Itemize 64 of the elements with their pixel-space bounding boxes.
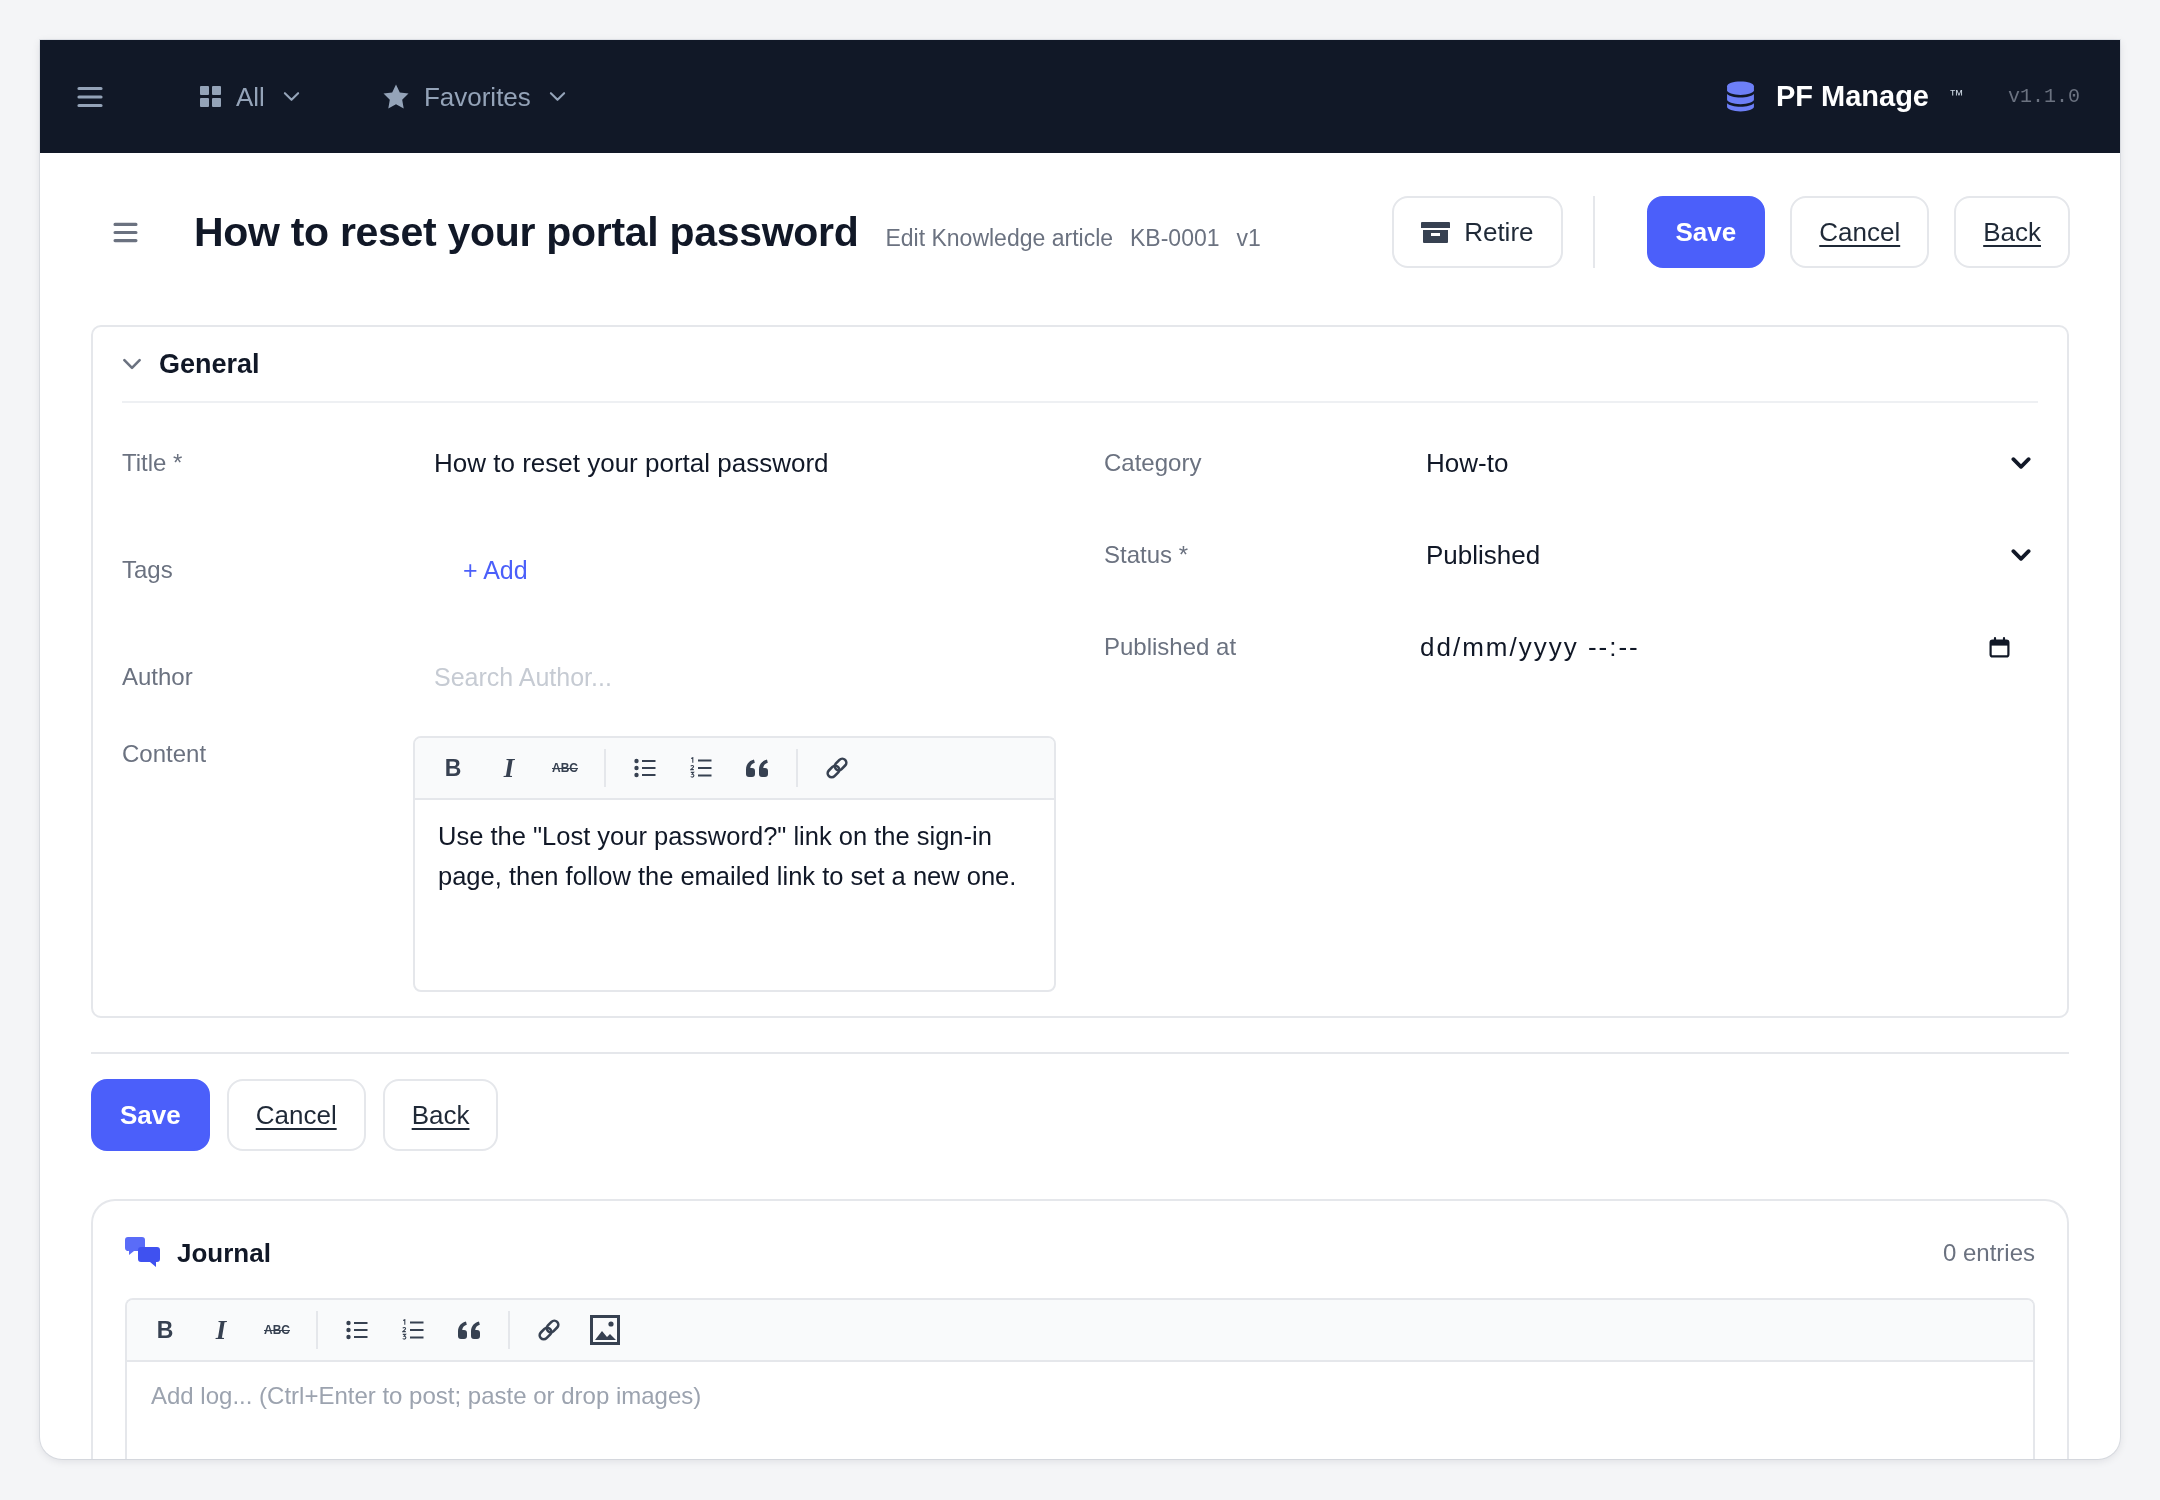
numbered-list-icon[interactable] bbox=[690, 757, 712, 779]
log-input[interactable]: Add log... (Ctrl+Enter to post; paste or drop images) bbox=[127, 1362, 2033, 1459]
calendar-icon[interactable] bbox=[1989, 636, 2010, 658]
field-label: Status * bbox=[1104, 540, 1189, 570]
select-field[interactable]: How-to bbox=[1410, 433, 2038, 493]
bold-button[interactable]: B bbox=[156, 1316, 174, 1344]
numbered-list-icon[interactable] bbox=[402, 1319, 424, 1341]
menu-icon[interactable] bbox=[113, 221, 138, 243]
chevron-down-icon bbox=[2011, 457, 2031, 469]
cancel-button[interactable]: Cancel bbox=[226, 1079, 366, 1151]
save-button[interactable]: Save bbox=[1646, 196, 1766, 268]
save-button[interactable]: Save bbox=[91, 1079, 210, 1151]
bold-button[interactable]: B bbox=[444, 754, 462, 782]
page-title: How to reset your portal password bbox=[194, 208, 859, 256]
chevron-down-icon bbox=[282, 91, 300, 102]
link-icon[interactable] bbox=[535, 1316, 563, 1344]
image-icon[interactable] bbox=[590, 1315, 620, 1345]
grid-icon bbox=[200, 86, 221, 107]
editor-text-area[interactable]: Use the "Lost your password?" link on the sign-in page, then follow the emailed link to set a new one. bbox=[415, 800, 1054, 990]
chevron-down-icon bbox=[548, 91, 566, 102]
field-label: Category bbox=[1104, 448, 1202, 478]
text-input[interactable]: How to reset your portal password bbox=[413, 433, 1056, 493]
page-subtitle: v1 bbox=[1236, 224, 1261, 252]
page-subtitle: Edit Knowledge article bbox=[885, 224, 1114, 252]
cancel-button[interactable]: Cancel bbox=[1790, 196, 1930, 268]
page-subtitle: KB-0001 bbox=[1130, 224, 1220, 252]
chat-bubbles-icon bbox=[125, 1237, 160, 1269]
log-editor[interactable]: B I ABC Add log... (Ctrl+Enter to post; paste or drop images) bbox=[125, 1298, 2035, 1459]
retire-button[interactable]: Retire bbox=[1392, 196, 1563, 268]
nav-dropdown[interactable]: All bbox=[200, 83, 300, 110]
trademark-mark: ™ bbox=[1949, 86, 1964, 103]
search-field[interactable]: Search Author... bbox=[413, 647, 1056, 707]
bullet-list-icon[interactable] bbox=[634, 758, 656, 778]
section-title: General bbox=[159, 348, 260, 380]
select-field[interactable]: Published bbox=[1410, 525, 2038, 585]
back-button[interactable]: Back bbox=[382, 1079, 499, 1151]
field-label: Tags bbox=[122, 555, 173, 585]
archive-box-icon bbox=[1421, 221, 1451, 243]
version-label: v1.1.0 bbox=[2008, 85, 2080, 108]
italic-button[interactable]: I bbox=[503, 752, 515, 784]
back-button[interactable]: Back bbox=[1954, 196, 2070, 268]
field-label: Content bbox=[122, 739, 207, 769]
italic-button[interactable]: I bbox=[215, 1314, 227, 1346]
star-icon bbox=[382, 84, 409, 109]
quote-icon[interactable] bbox=[745, 758, 769, 778]
brand-name: PF Manage bbox=[1775, 80, 1929, 113]
content-editor[interactable]: B I ABC Use the "Lost your password?" link on the sign-in page, then follow the emailed link to set a new one. bbox=[413, 736, 1056, 992]
date-time-field[interactable]: dd/mm/yyyy --:-- bbox=[1410, 617, 2038, 677]
chevron-down-icon bbox=[2011, 549, 2031, 561]
link-icon[interactable] bbox=[823, 754, 851, 782]
entry-count: 0 entries bbox=[1942, 1239, 2035, 1267]
strikethrough-button[interactable]: ABC bbox=[264, 1323, 290, 1337]
nav-dropdown[interactable]: Favorites bbox=[382, 83, 566, 110]
strikethrough-button[interactable]: ABC bbox=[552, 761, 578, 775]
quote-icon[interactable] bbox=[457, 1320, 481, 1340]
menu-icon[interactable] bbox=[77, 85, 103, 108]
field-label: Title * bbox=[122, 448, 183, 478]
field-label: Published at bbox=[1104, 632, 1237, 662]
bullet-list-icon[interactable] bbox=[346, 1320, 368, 1340]
panel-title: Journal bbox=[177, 1237, 271, 1269]
database-icon bbox=[1725, 81, 1755, 112]
add-tag-link[interactable]: + Add bbox=[463, 555, 528, 585]
field-label: Author bbox=[122, 662, 193, 692]
chevron-down-icon[interactable] bbox=[122, 358, 142, 370]
